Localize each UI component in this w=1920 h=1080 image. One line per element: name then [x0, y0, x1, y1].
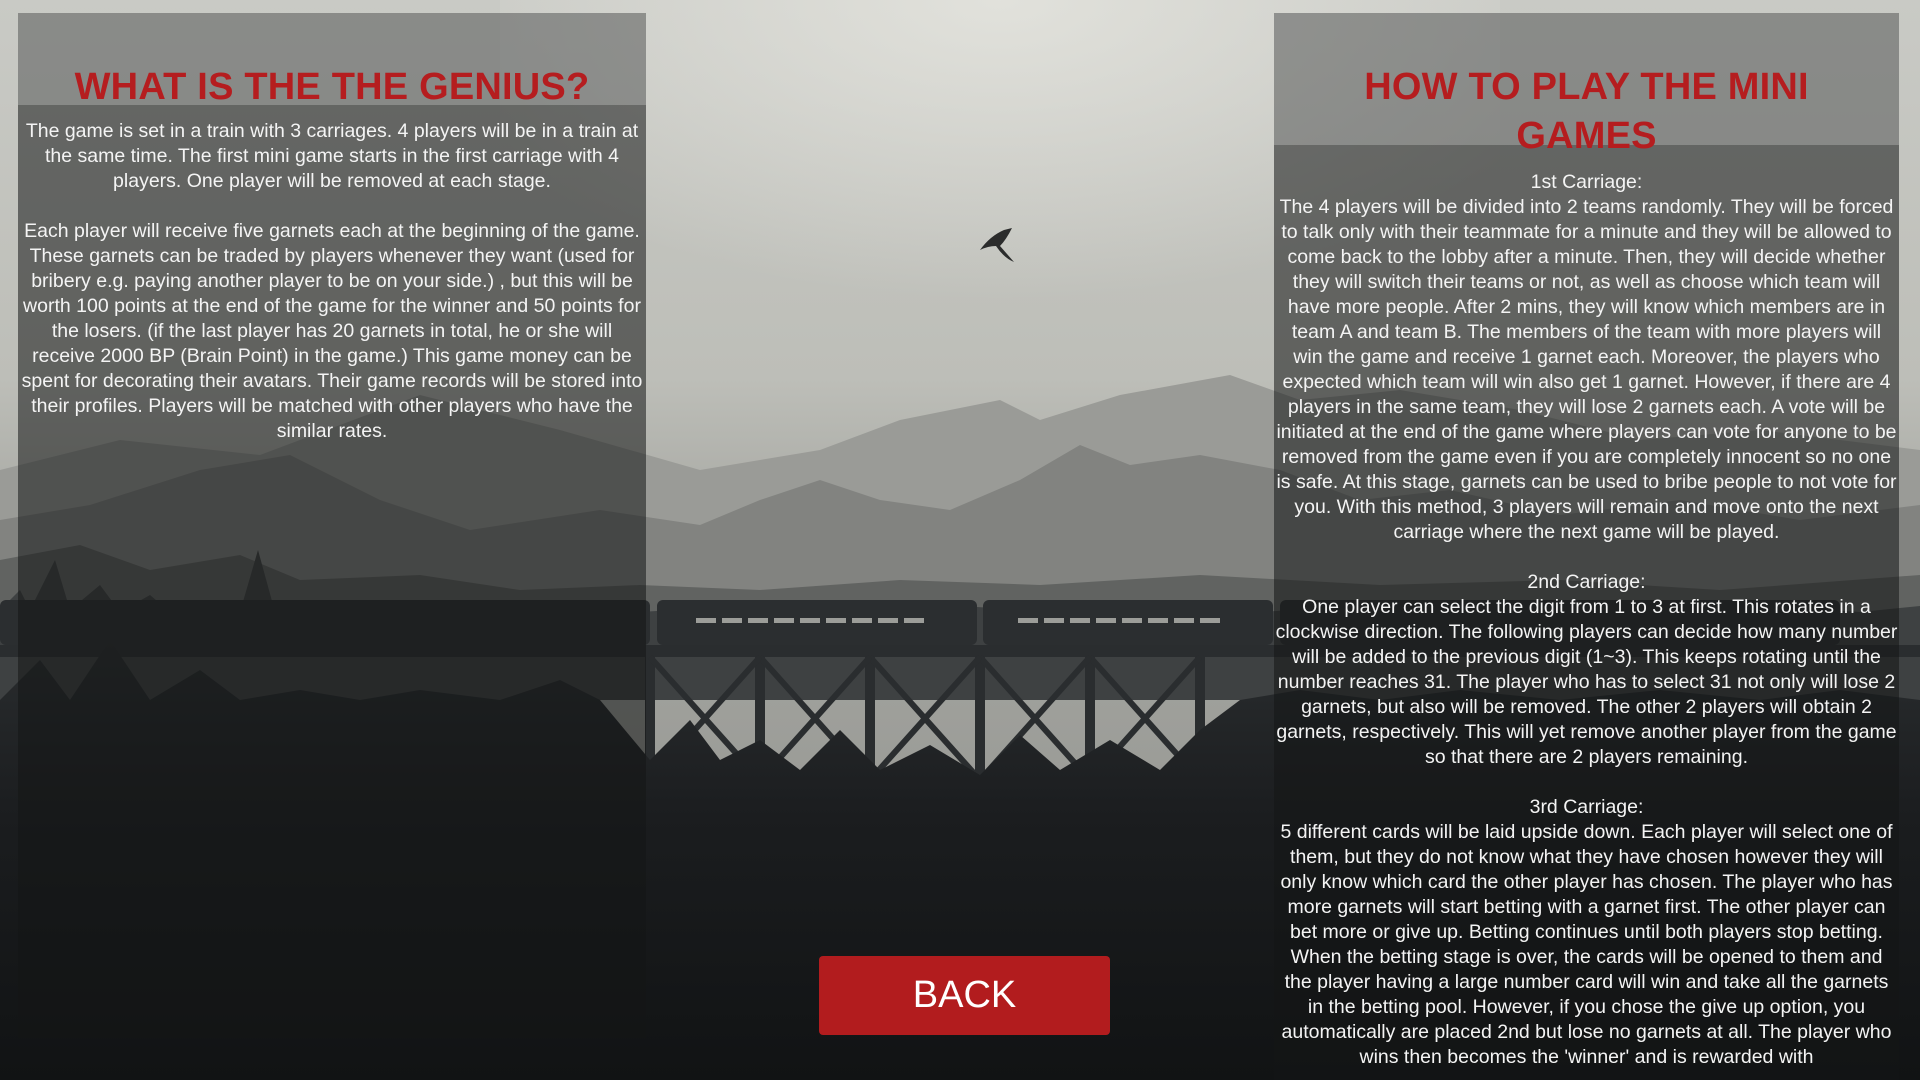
back-button[interactable]: BACK [819, 956, 1110, 1035]
right-panel-text: 1st Carriage: The 4 players will be divi… [1275, 171, 1898, 1068]
left-panel-title: WHAT IS THE THE GENIUS? [74, 66, 590, 108]
right-panel-title: HOW TO PLAY THE MINI GAMES [1364, 66, 1809, 157]
right-info-panel[interactable]: HOW TO PLAY THE MINI GAMES 1st Carriage:… [1274, 13, 1899, 1080]
left-panel-text: The game is set in a train with 3 carria… [21, 120, 643, 442]
left-info-panel: WHAT IS THE THE GENIUS? The game is set … [18, 13, 646, 1038]
